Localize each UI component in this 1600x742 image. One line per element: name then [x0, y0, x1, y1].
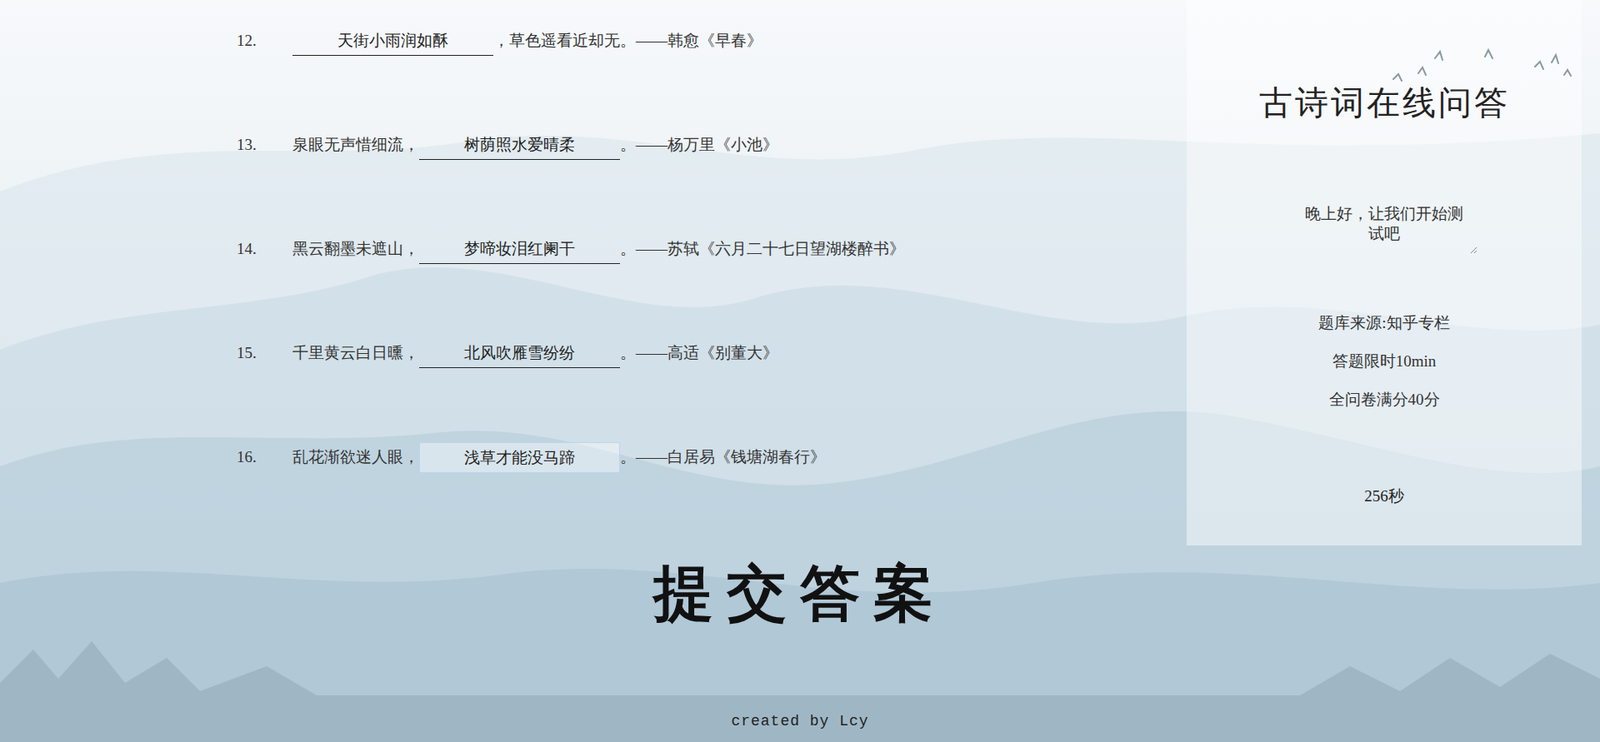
countdown-timer: 256秒 [1364, 484, 1405, 510]
greeting-box[interactable]: 晚上好，让我们开始测试吧 [1290, 199, 1478, 255]
info-line: 全问卷满分40分 [1329, 380, 1440, 420]
panel-title: 古诗词在线问答 [1259, 83, 1510, 124]
question-source: 。——高适《别董大》 [620, 342, 779, 365]
answer-input[interactable]: 天街小雨润如酥 [292, 25, 494, 56]
question-number: 12. [236, 31, 293, 50]
question-number: 16. [236, 448, 293, 467]
submit-button[interactable]: 提交答案 [645, 555, 955, 634]
footer-credit: created by Lcy [730, 713, 869, 730]
question-text: 千里黄云白日曛， [292, 342, 420, 365]
question-number: 15. [236, 344, 293, 363]
question-text: 泉眼无声惜细流， [292, 134, 420, 156]
resize-handle-icon [1469, 245, 1478, 255]
answer-input[interactable]: 树荫照水爱晴柔 [419, 130, 620, 160]
info-line: 答题限时10min [1332, 342, 1437, 381]
answer-input[interactable]: 浅草才能没马蹄 [419, 442, 620, 474]
info-list: 题库来源:知乎专栏答题限时10min全问卷满分40分 [1318, 304, 1450, 420]
question-number: 14. [236, 240, 293, 259]
answer-input[interactable]: 梦啼妆泪红阑干 [419, 234, 620, 265]
quiz-page: 12.天街小雨润如酥，草色遥看近却无。——韩愈《早春》 13.泉眼无声惜细流，树荫… [0, 0, 1600, 742]
question-text: 黑云翻墨未遮山， [292, 238, 420, 260]
birds-icon [1385, 41, 1577, 92]
question-text: 乱花渐欲迷人眼， [292, 446, 420, 469]
question-source: 。——苏轼《六月二十七日望湖楼醉书》 [620, 238, 905, 260]
question-source: ，草色遥看近却无。——韩愈《早春》 [493, 30, 763, 52]
answer-input[interactable]: 北风吹雁雪纷纷 [419, 338, 620, 369]
question-number: 13. [236, 135, 293, 155]
info-line: 题库来源:知乎专栏 [1318, 304, 1450, 343]
question-source: 。——白居易《钱塘湖春行》 [620, 446, 826, 469]
question-source: 。——杨万里《小池》 [620, 134, 779, 156]
info-panel: 古诗词在线问答晚上好，让我们开始测试吧 题库来源:知乎专栏答题限时10min全问… [1186, 0, 1582, 546]
